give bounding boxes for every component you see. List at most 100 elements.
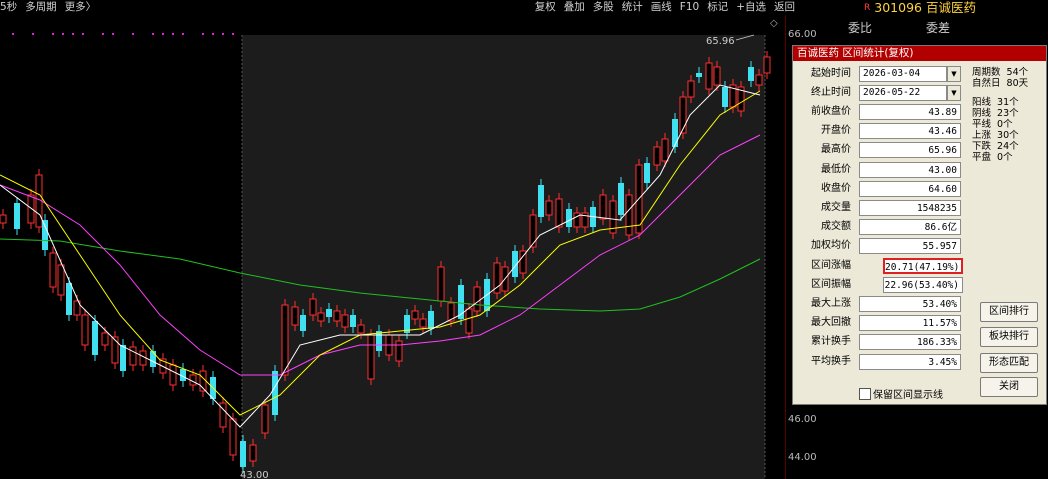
candle-body	[437, 266, 445, 302]
toolbar-item-8[interactable]: 返回	[774, 1, 795, 13]
toolbar-item-5[interactable]: F10	[680, 1, 699, 13]
candle-body	[763, 56, 771, 74]
low-label: 43.00	[240, 470, 269, 479]
toolbar-item-6[interactable]: 标记	[707, 1, 728, 13]
field-row: 最低价 43.00	[793, 161, 963, 179]
candle-body	[545, 200, 553, 216]
candle-body	[150, 351, 156, 367]
toolbar-item-7[interactable]: +自选	[736, 1, 766, 13]
event-dot	[52, 33, 54, 35]
keep-range-checkbox[interactable]	[859, 388, 871, 400]
left-tabs: 5秒 多周期 更多〉	[0, 0, 104, 15]
toolbar-item-0[interactable]: 复权	[535, 1, 556, 13]
event-dot	[152, 33, 154, 35]
field-row: 最高价 65.96	[793, 141, 963, 159]
price-tick: 44.00	[788, 452, 817, 463]
field-label: 成交额	[821, 221, 851, 233]
field-label: 区间涨幅	[811, 259, 851, 271]
candle-body	[713, 66, 721, 86]
toolbar-item-3[interactable]: 统计	[622, 1, 643, 13]
candle-body	[317, 312, 325, 322]
event-dot	[12, 33, 14, 35]
right-toolbar: 复权 叠加 多股 统计 画线 F10 标记 +自选 返回	[527, 0, 795, 15]
start-date-input[interactable]: 2026-03-04	[859, 66, 947, 82]
candle-body	[92, 321, 98, 355]
toolbar-item-1[interactable]: 叠加	[564, 1, 585, 13]
field-value: 43.89	[859, 104, 961, 120]
start-dropdown-icon[interactable]: ▼	[947, 66, 961, 82]
event-markers	[12, 33, 234, 35]
event-dot	[222, 33, 224, 35]
candle-body	[679, 96, 687, 134]
kline-chart[interactable]: 65.96 43.00 ◇	[0, 15, 785, 479]
candle-body	[129, 346, 137, 366]
field-label: 前收盘价	[811, 106, 851, 117]
candle-body	[599, 194, 607, 220]
stock-title: R 301096 百诚医药	[864, 0, 976, 16]
candle-body	[42, 220, 48, 250]
field-label: 平均换手	[811, 355, 851, 367]
candle-body	[291, 306, 299, 326]
weicha-label: 委差	[926, 21, 951, 35]
start-time-label: 起始时间	[811, 68, 851, 79]
field-row: 收盘价 64.60	[793, 180, 963, 198]
sector-rank-button[interactable]: 板块排行	[980, 327, 1038, 347]
candle-body	[350, 315, 356, 327]
range-stats-dialog: 百诚医药 区间统计(复权) 起始时间 2026-03-04 ▼ 终止时间 202…	[792, 45, 1047, 405]
candle-body	[66, 283, 72, 315]
candle-body	[696, 73, 702, 77]
margin-mark: R	[864, 3, 871, 13]
field-value: 43.46	[859, 123, 961, 140]
candle-body	[120, 345, 126, 371]
end-time-label: 终止时间	[811, 87, 851, 98]
event-dot	[232, 33, 234, 35]
toolbar-item-4[interactable]: 画线	[651, 1, 672, 13]
candle-body	[419, 318, 427, 328]
field-row: 加权均价 55.957	[793, 237, 963, 255]
pattern-match-button[interactable]: 形态匹配	[980, 353, 1038, 373]
candle-body	[395, 340, 403, 362]
range-rank-button[interactable]: 区间排行	[980, 302, 1038, 322]
candle-body	[367, 334, 375, 380]
field-row: 最大回撤 11.57%	[793, 314, 963, 332]
candle-body	[229, 418, 237, 456]
field-label: 累计换手	[811, 336, 851, 348]
toolbar-item-2[interactable]: 多股	[593, 1, 614, 13]
field-row: 成交额 86.6亿	[793, 218, 963, 236]
candle-body	[722, 87, 728, 107]
candle-body	[376, 331, 382, 351]
event-dot	[32, 33, 34, 35]
field-label: 加权均价	[811, 240, 851, 252]
weibi-label: 委比	[848, 21, 873, 35]
candle-body	[240, 441, 246, 467]
tab-left-0[interactable]: 5秒	[0, 1, 17, 13]
field-row: 前收盘价 43.89	[793, 103, 963, 121]
field-label: 成交量	[821, 202, 851, 213]
keep-range-label: 保留区间显示线	[873, 390, 943, 401]
field-label: 收盘价	[821, 182, 851, 194]
candle-stats: 阳线 31个 阴线 23个 平线 0个 上涨 30个 下跌 24个 平盘 0个	[972, 97, 1019, 163]
end-date-input[interactable]: 2026-05-22	[859, 85, 947, 101]
tab-left-1[interactable]: 多周期	[25, 1, 57, 13]
field-value: 1548235	[859, 200, 961, 216]
period-stats: 周期数 54个 自然日 80天	[972, 67, 1029, 89]
tab-left-2[interactable]: 更多〉	[65, 1, 97, 13]
candle-body	[428, 311, 434, 329]
field-label: 开盘价	[821, 125, 851, 137]
price-tick: 46.00	[788, 414, 817, 425]
close-button[interactable]: 关闭	[980, 377, 1038, 397]
end-dropdown-icon[interactable]: ▼	[947, 85, 961, 101]
candle-body	[326, 309, 332, 317]
candle-body	[101, 332, 109, 346]
field-label: 最低价	[821, 163, 851, 175]
field-label: 最大回撤	[811, 317, 851, 329]
price-tick: 66.00	[788, 29, 817, 40]
candle-body	[566, 209, 572, 227]
end-time-row: 终止时间 2026-05-22 ▼	[793, 84, 963, 102]
candle-body	[473, 286, 481, 312]
event-dot	[112, 33, 114, 35]
dialog-title[interactable]: 百诚医药 区间统计(复权)	[793, 46, 1046, 61]
field-value: 186.33%	[859, 334, 961, 351]
high-label: 65.96	[706, 36, 735, 47]
event-dot	[162, 33, 164, 35]
